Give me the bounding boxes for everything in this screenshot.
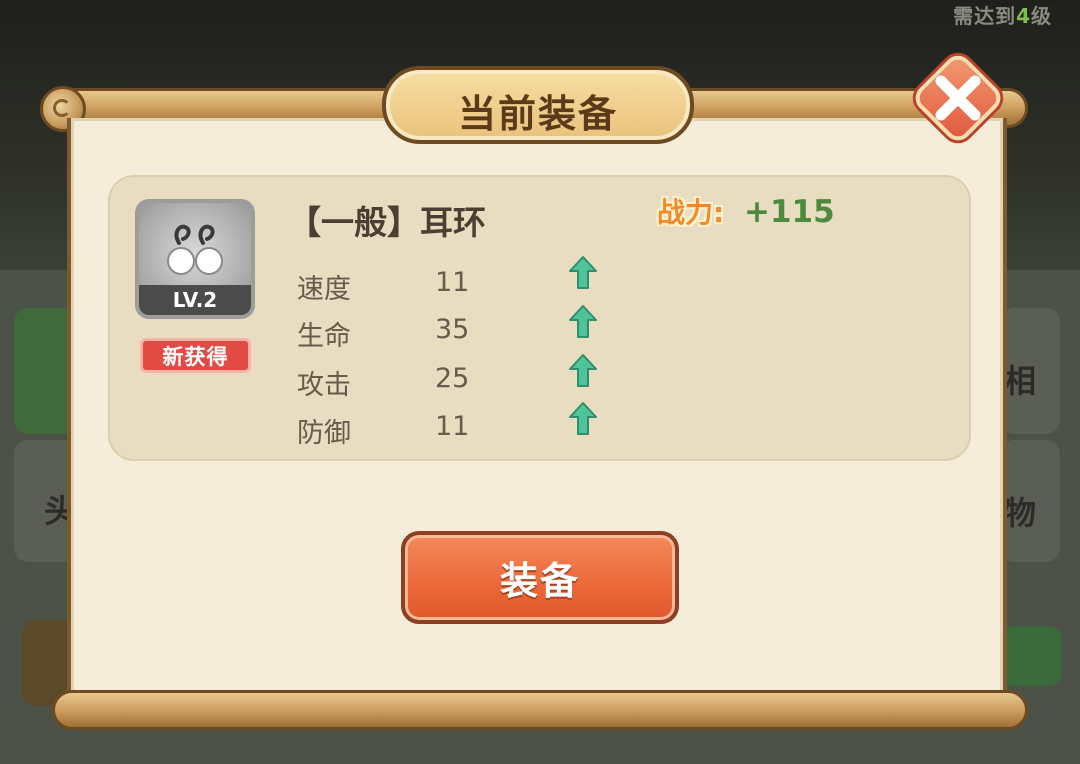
stat-name-speed: 速度	[297, 274, 351, 305]
stat-up-arrow-icon	[569, 402, 597, 435]
background-label-right-top: 相	[1004, 362, 1037, 400]
new-acquired-badge: 新获得	[140, 338, 251, 373]
dialog-title-plaque: 当前装备	[382, 66, 694, 144]
background-label-right-bottom: 物	[1004, 494, 1037, 532]
equip-button[interactable]: 装备	[401, 531, 679, 624]
stat-name-attack: 攻击	[297, 370, 351, 401]
combat-power-label: 战力:	[657, 196, 725, 229]
stat-value-attack: 25	[435, 363, 470, 394]
combat-power-value: +115	[744, 194, 835, 230]
item-name: 【一般】耳环	[288, 203, 486, 242]
item-icon-slot[interactable]: LV.2	[135, 199, 255, 319]
close-icon	[910, 50, 1006, 146]
item-level-badge: LV.2	[139, 285, 251, 315]
equip-button-label: 装备	[499, 559, 580, 603]
close-button[interactable]	[909, 49, 1007, 147]
stat-value-speed: 11	[435, 267, 470, 298]
level-requirement-hint: 需达到4级	[953, 4, 1052, 28]
stat-up-arrow-icon	[569, 256, 597, 289]
stat-name-hp: 生命	[297, 321, 351, 352]
scroll-bottom-rod	[52, 690, 1028, 730]
earring-icon	[167, 224, 223, 275]
dialog-title: 当前装备	[457, 91, 618, 136]
stat-value-defense: 11	[435, 411, 470, 442]
stat-name-defense: 防御	[297, 418, 351, 449]
stat-up-arrow-icon	[569, 305, 597, 338]
stat-value-hp: 35	[435, 314, 470, 345]
stat-up-arrow-icon	[569, 354, 597, 387]
background-green-button	[1000, 626, 1062, 686]
